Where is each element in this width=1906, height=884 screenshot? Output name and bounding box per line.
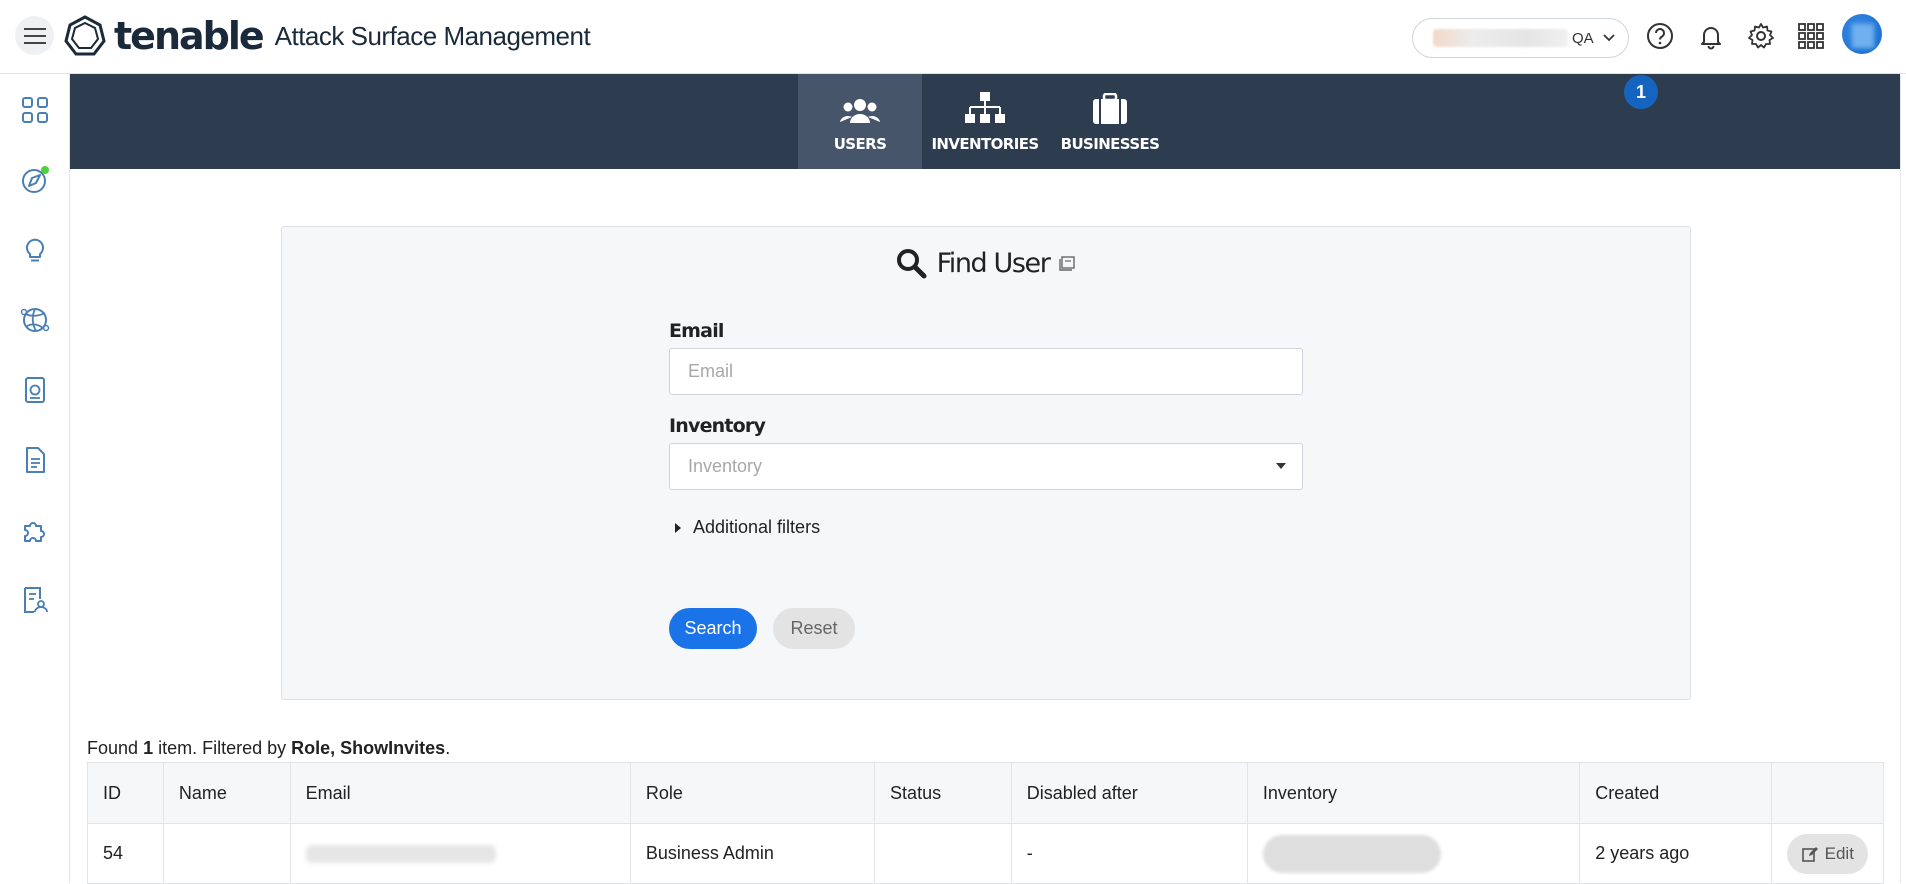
inventory-select[interactable]: Inventory: [669, 443, 1303, 490]
tab-inventories[interactable]: INVENTORIES: [923, 74, 1047, 169]
app-logo[interactable]: tenable Attack Surface Management: [64, 12, 591, 60]
tab-inventories-label: INVENTORIES: [931, 135, 1039, 153]
found-mid: item. Filtered by: [158, 738, 287, 758]
inventory-chip-redacted[interactable]: [1262, 834, 1441, 873]
search-button[interactable]: Search: [669, 608, 757, 649]
caret-down-icon: [1276, 463, 1286, 469]
table-header-row: ID Name Email Role Status Disabled after…: [87, 762, 1885, 824]
panel-title: Find User: [282, 247, 1690, 279]
caret-right-icon: [675, 522, 681, 533]
additional-filters-toggle[interactable]: Additional filters: [675, 517, 820, 538]
column-header-created[interactable]: Created: [1579, 762, 1772, 824]
apps-grid-icon[interactable]: [1795, 20, 1827, 52]
find-user-panel: Find User Email Inventory Inventory Addi…: [281, 226, 1691, 700]
additional-filters-label: Additional filters: [693, 517, 821, 537]
inventory-label: Inventory: [669, 415, 766, 437]
left-sidebar: [0, 74, 70, 883]
help-icon[interactable]: [1644, 20, 1676, 52]
tenable-logo-icon: [64, 15, 106, 56]
chevron-down-icon: [1603, 34, 1615, 42]
hierarchy-icon: [965, 92, 1005, 123]
found-count: 1: [143, 738, 154, 758]
cell-name: [162, 823, 291, 884]
report-icon[interactable]: [19, 374, 51, 406]
page-scrollbar[interactable]: [1900, 74, 1906, 883]
discover-icon[interactable]: [19, 164, 51, 196]
search-icon: [896, 249, 927, 279]
column-header-id[interactable]: ID: [87, 762, 164, 824]
found-suffix: .: [445, 738, 451, 758]
results-summary: Found 1 item. Filtered by Role, ShowInvi…: [87, 738, 450, 759]
column-header-disabled-after[interactable]: Disabled after: [1010, 762, 1248, 824]
tab-businesses[interactable]: BUSINESSES: [1048, 74, 1172, 169]
cell-id: 54: [87, 823, 164, 884]
email-field-wrapper: [669, 348, 1303, 395]
found-filters: Role, ShowInvites: [291, 738, 446, 758]
logo-brand: tenable: [114, 14, 265, 58]
inventory-placeholder: Inventory: [688, 456, 763, 476]
logo-product: Attack Surface Management: [274, 20, 591, 51]
cell-created: 2 years ago: [1579, 823, 1772, 884]
column-header-inventory[interactable]: Inventory: [1246, 762, 1581, 824]
tab-users[interactable]: USERS: [798, 74, 922, 169]
tab-users-label: USERS: [833, 135, 887, 153]
hamburger-icon[interactable]: [15, 16, 54, 55]
cell-email: [289, 823, 631, 884]
docs-book-icon[interactable]: [1059, 254, 1077, 272]
tenant-suffix: QA: [1572, 29, 1594, 47]
page-title: Find User: [936, 247, 1051, 279]
found-prefix: Found: [87, 738, 139, 758]
column-header-status[interactable]: Status: [874, 762, 1012, 824]
cell-status: [874, 823, 1012, 884]
column-header-email[interactable]: Email: [289, 762, 631, 824]
tenant-selector[interactable]: QA: [1412, 18, 1629, 58]
reset-button[interactable]: Reset: [773, 608, 855, 649]
email-label: Email: [669, 320, 724, 342]
users-icon: [840, 99, 880, 123]
cell-actions: Edit: [1770, 823, 1885, 884]
users-table: ID Name Email Role Status Disabled after…: [87, 762, 1885, 884]
cell-role: Business Admin: [629, 823, 876, 884]
briefcase-icon: [1093, 93, 1127, 124]
column-header-name[interactable]: Name: [162, 762, 291, 824]
column-header-role[interactable]: Role: [629, 762, 876, 824]
gear-icon[interactable]: [1745, 20, 1777, 52]
user-report-icon[interactable]: [19, 584, 51, 616]
bell-icon[interactable]: [1695, 20, 1727, 52]
top-bar: tenable Attack Surface Management QA: [0, 0, 1906, 74]
edit-icon: [1801, 846, 1818, 862]
tab-businesses-label: BUSINESSES: [1060, 135, 1160, 153]
cell-inventory: [1246, 823, 1581, 884]
cell-disabled-after: -: [1010, 823, 1248, 884]
notification-badge[interactable]: 1: [1624, 75, 1658, 109]
globe-icon[interactable]: [19, 304, 51, 336]
tenant-name-redacted: [1433, 29, 1568, 47]
email-field[interactable]: [688, 361, 1284, 382]
email-redacted: [305, 845, 496, 864]
dashboard-icon[interactable]: [19, 94, 51, 126]
edit-button-label: Edit: [1824, 843, 1854, 863]
avatar[interactable]: [1842, 14, 1882, 54]
document-icon[interactable]: [19, 444, 51, 476]
column-header-actions: [1770, 762, 1885, 824]
insights-icon[interactable]: [19, 234, 51, 266]
integrations-icon[interactable]: [19, 514, 51, 546]
table-row: 54 Business Admin - 2 years ago Edit: [87, 823, 1885, 884]
edit-button[interactable]: Edit: [1786, 833, 1868, 874]
